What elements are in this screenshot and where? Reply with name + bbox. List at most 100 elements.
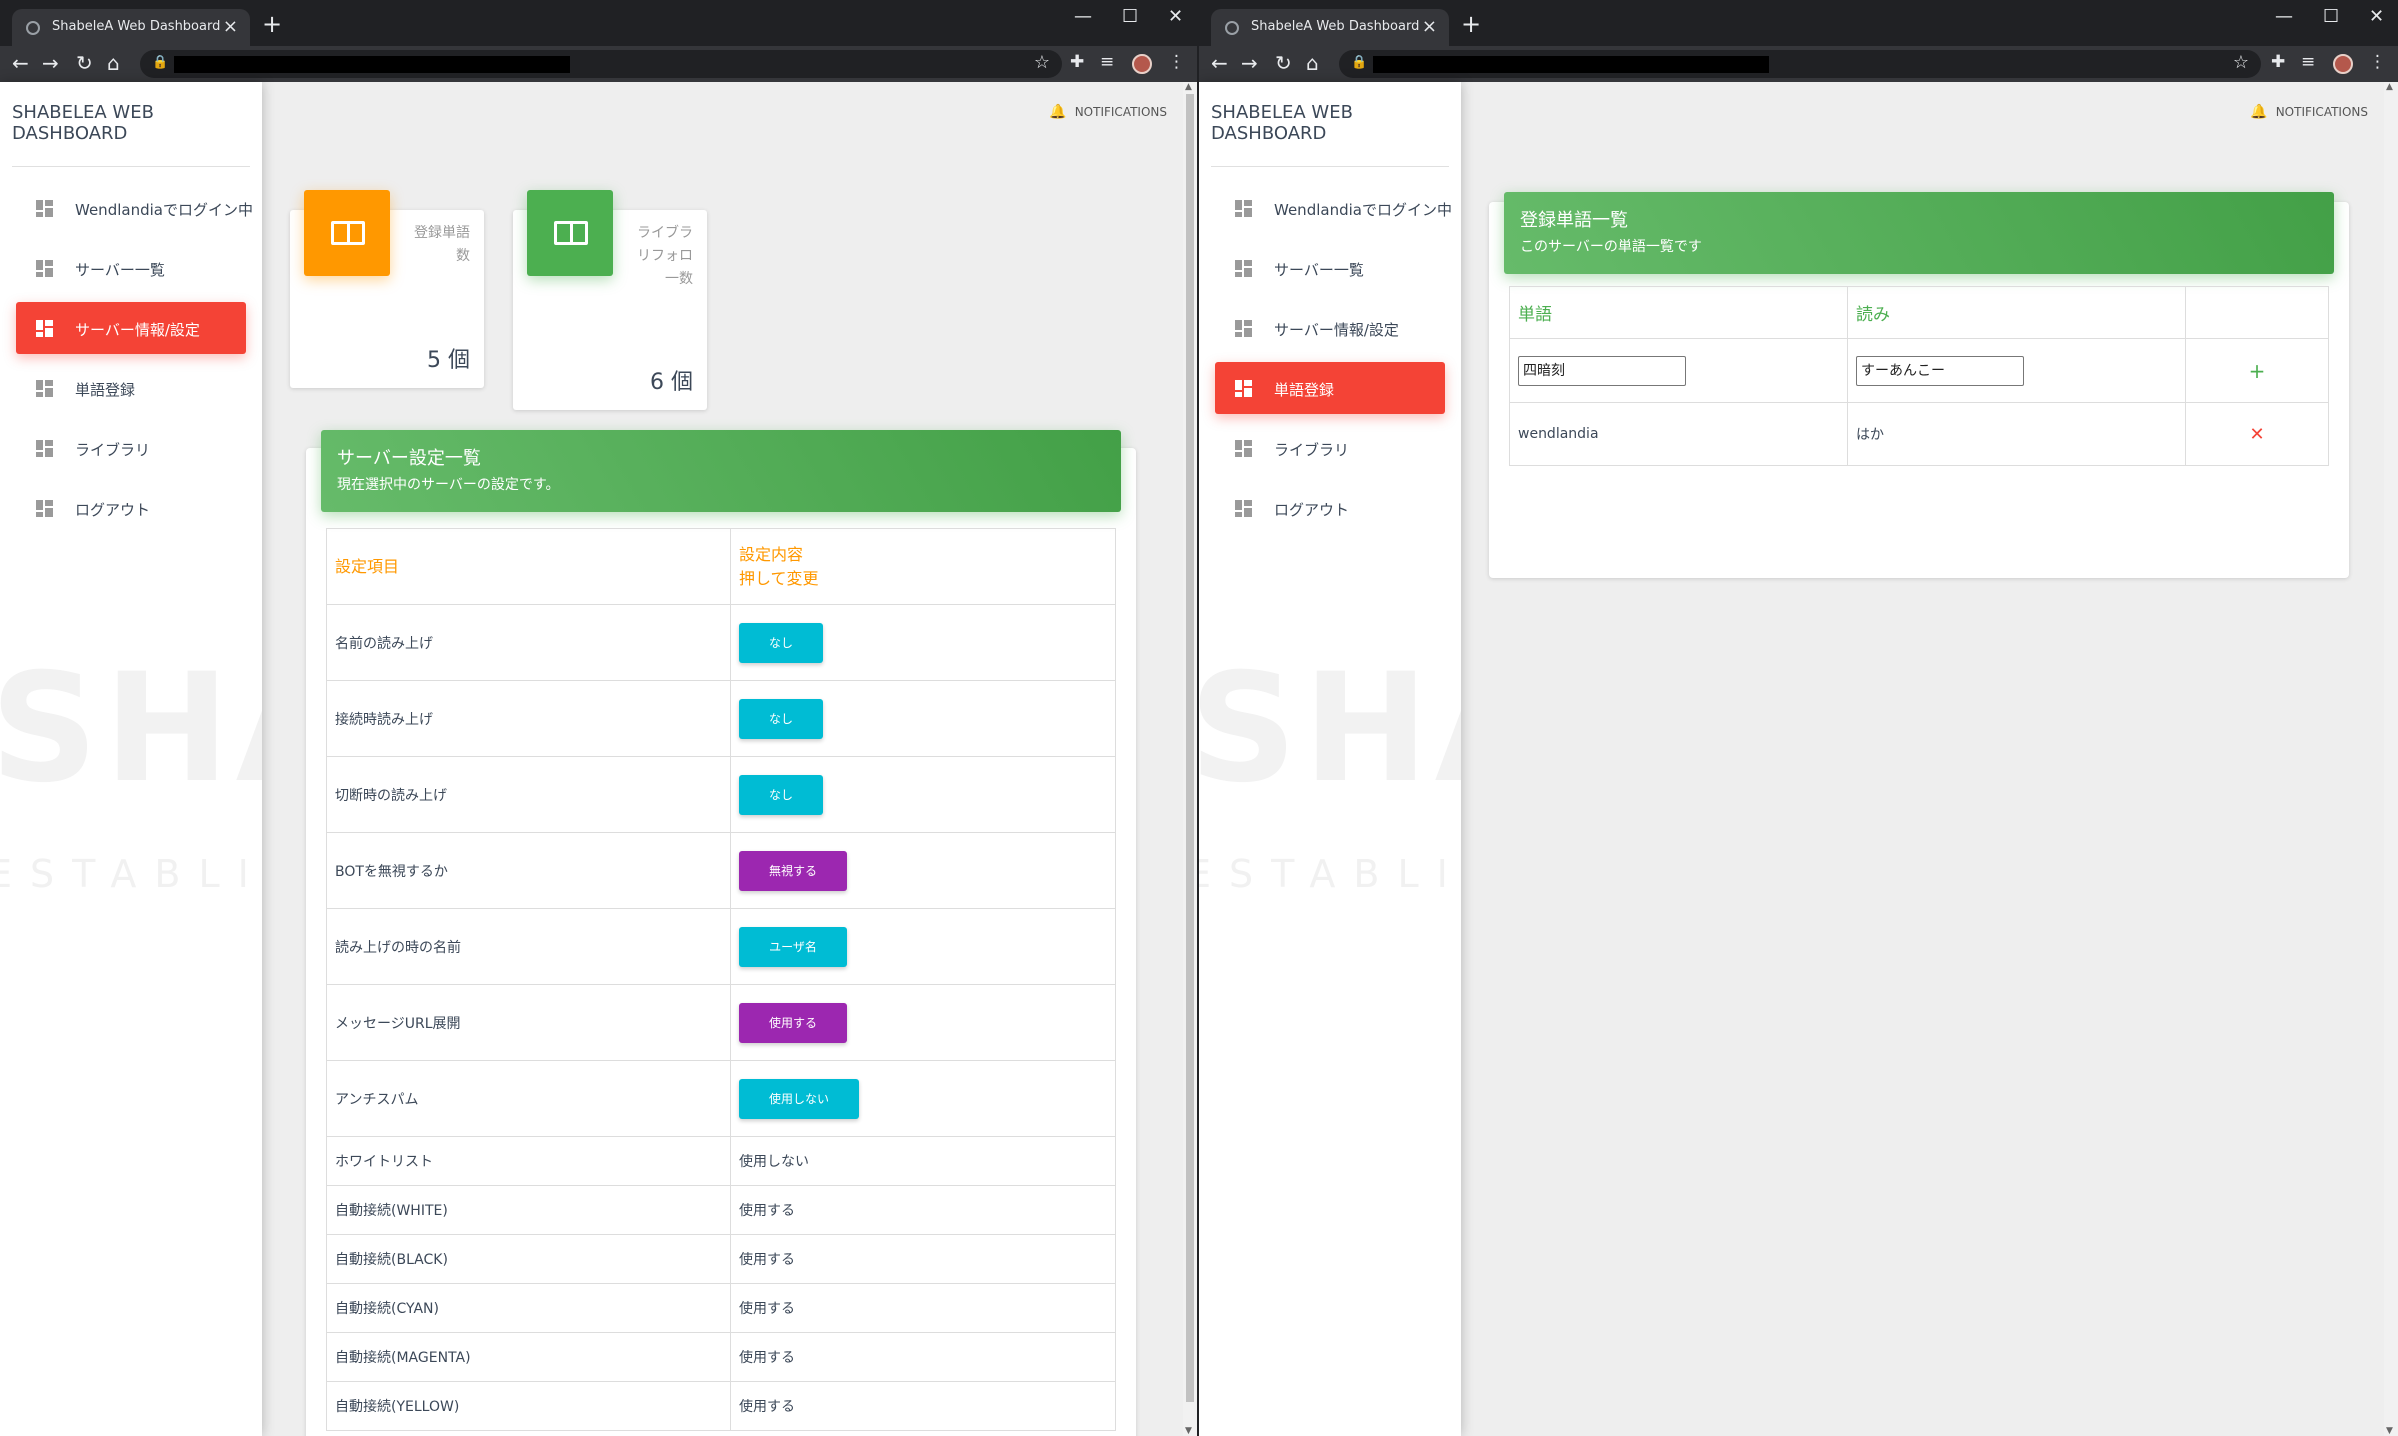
setting-toggle-button[interactable]: 使用しない: [739, 1078, 859, 1119]
bookmark-star-icon[interactable]: ☆: [1034, 52, 1050, 73]
sidebar-nav-item[interactable]: Wendlandiaでログイン中: [1215, 182, 1452, 234]
sidebar-nav-item[interactable]: Wendlandiaでログイン中: [16, 182, 253, 234]
stat-value: 5 個: [427, 348, 470, 373]
scroll-up-arrow-icon[interactable]: ▲: [1185, 82, 1192, 92]
sidebar-nav-item[interactable]: ログアウト: [16, 482, 246, 534]
address-bar[interactable]: 🔒 ☆: [140, 50, 1062, 78]
browser-tab[interactable]: ShabeleA Web Dashboard ×: [12, 9, 250, 46]
table-row: アンチスパム 使用しない: [326, 1060, 1116, 1137]
table-row: 名前の読み上げ なし: [326, 604, 1116, 681]
address-bar[interactable]: 🔒 ☆: [1339, 50, 2261, 78]
reload-button[interactable]: ↻: [1275, 51, 1292, 75]
setting-label: メッセージURL展開: [326, 984, 731, 1061]
column-header-item: 設定項目: [326, 528, 731, 605]
back-button[interactable]: ←: [1211, 51, 1228, 75]
dashboard-icon: [36, 260, 53, 277]
sidebar-nav-label: サーバー一覧: [1274, 261, 1364, 279]
reload-button[interactable]: ↻: [76, 51, 93, 75]
scroll-down-arrow-icon[interactable]: ▼: [2386, 1426, 2393, 1436]
back-button[interactable]: ←: [12, 51, 29, 75]
extensions-icon[interactable]: ✚: [1070, 52, 1084, 72]
browser-window-right: ShabeleA Web Dashboard × + — ☐ ✕ ← → ↻ ⌂…: [1199, 0, 2398, 1436]
notifications-link[interactable]: 🔔 NOTIFICATIONS: [1049, 104, 1167, 120]
sidebar-nav-item[interactable]: サーバー情報/設定: [1215, 302, 1445, 354]
scrollbar-thumb[interactable]: [1186, 94, 1194, 1402]
scroll-down-arrow-icon[interactable]: ▼: [1185, 1426, 1192, 1436]
profile-avatar[interactable]: [2333, 54, 2353, 74]
sidebar-nav-item[interactable]: 単語登録: [16, 362, 246, 414]
setting-label: 自動接続(BLACK): [326, 1234, 731, 1284]
sidebar-nav-item[interactable]: サーバー一覧: [1215, 242, 1445, 294]
table-row: メッセージURL展開 使用する: [326, 984, 1116, 1061]
table-row: 自動接続(BLACK) 使用する: [326, 1234, 1116, 1284]
tab-close-icon[interactable]: ×: [1422, 16, 1437, 37]
globe-icon: [26, 21, 40, 35]
table-row: ホワイトリスト 使用しない: [326, 1136, 1116, 1186]
sidebar-nav-item[interactable]: 単語登録: [1215, 362, 1445, 414]
table-row: 接続時読み上げ なし: [326, 680, 1116, 757]
setting-value: 使用しない: [730, 1136, 1116, 1186]
new-tab-button[interactable]: +: [262, 10, 282, 38]
reading-list-icon[interactable]: ≡: [2301, 52, 2315, 72]
table-row: 自動接続(MAGENTA) 使用する: [326, 1332, 1116, 1382]
setting-toggle-button[interactable]: なし: [739, 774, 823, 815]
bell-icon: 🔔: [2250, 104, 2268, 120]
home-button[interactable]: ⌂: [1306, 51, 1319, 75]
forward-button[interactable]: →: [42, 51, 59, 75]
sidebar-nav-item[interactable]: サーバー一覧: [16, 242, 246, 294]
bookmark-star-icon[interactable]: ☆: [2233, 52, 2249, 73]
word-list-card: 登録単語一覧 このサーバーの単語一覧です 単語 読み 四暗刻 すーあんこー +: [1489, 192, 2349, 578]
delete-icon[interactable]: ✕: [2194, 424, 2320, 445]
setting-label: 自動接続(MAGENTA): [326, 1332, 731, 1382]
sidebar-nav-item[interactable]: サーバー情報/設定: [16, 302, 246, 354]
menu-icon[interactable]: ⋮: [2369, 52, 2386, 72]
close-window-button[interactable]: ✕: [1168, 6, 1183, 27]
sidebar-nav-label: ログアウト: [75, 501, 151, 519]
table-row: 自動接続(CYAN) 使用する: [326, 1283, 1116, 1333]
page-scrollbar[interactable]: ▲ ▼: [2384, 82, 2398, 1436]
new-tab-button[interactable]: +: [1461, 10, 1481, 38]
sidebar-nav-item[interactable]: ライブラリ: [1215, 422, 1445, 474]
page-scrollbar[interactable]: ▲ ▼: [1183, 82, 1197, 1436]
word-input-cell: 四暗刻: [1509, 338, 1848, 403]
dashboard-icon: [36, 380, 53, 397]
reading-input[interactable]: すーあんこー: [1856, 355, 2024, 386]
close-window-button[interactable]: ✕: [2369, 6, 2384, 27]
setting-toggle-button[interactable]: 使用する: [739, 1002, 847, 1043]
sidebar-nav-item[interactable]: ライブラリ: [16, 422, 246, 474]
setting-toggle-button[interactable]: なし: [739, 698, 823, 739]
menu-icon[interactable]: ⋮: [1168, 52, 1185, 72]
dashboard-icon: [36, 200, 53, 217]
setting-label: 接続時読み上げ: [326, 680, 731, 757]
minimize-button[interactable]: —: [2275, 6, 2293, 27]
extensions-icon[interactable]: ✚: [2271, 52, 2285, 72]
browser-toolbar: ← → ↻ ⌂ 🔒 ☆ ✚ ≡ ⋮: [1199, 46, 2398, 82]
sidebar-nav-label: サーバー情報/設定: [75, 321, 200, 339]
tab-close-icon[interactable]: ×: [223, 16, 238, 37]
profile-avatar[interactable]: [1132, 54, 1152, 74]
sidebar-brand-title[interactable]: SHABELEA WEB DASHBOARD: [12, 102, 250, 167]
redacted-url: [174, 56, 570, 73]
reading-list-icon[interactable]: ≡: [1100, 52, 1114, 72]
home-button[interactable]: ⌂: [107, 51, 120, 75]
setting-toggle-button[interactable]: なし: [739, 622, 823, 663]
browser-tab[interactable]: ShabeleA Web Dashboard ×: [1211, 9, 1449, 46]
word-table: 単語 読み 四暗刻 すーあんこー + wendlandia はか ✕: [1509, 286, 2329, 466]
table-row: BOTを無視するか 無視する: [326, 832, 1116, 909]
setting-value-cell: 使用する: [730, 984, 1116, 1061]
scroll-up-arrow-icon[interactable]: ▲: [2386, 82, 2393, 92]
setting-value: 使用する: [730, 1234, 1116, 1284]
notifications-link[interactable]: 🔔 NOTIFICATIONS: [2250, 104, 2368, 120]
setting-label: アンチスパム: [326, 1060, 731, 1137]
word-input[interactable]: 四暗刻: [1518, 355, 1686, 386]
tab-title: ShabeleA Web Dashboard: [1251, 19, 1420, 34]
setting-toggle-button[interactable]: ユーザ名: [739, 926, 847, 967]
maximize-button[interactable]: ☐: [1122, 6, 1138, 27]
sidebar-nav-item[interactable]: ログアウト: [1215, 482, 1445, 534]
sidebar-brand-title[interactable]: SHABELEA WEB DASHBOARD: [1211, 102, 1449, 167]
forward-button[interactable]: →: [1241, 51, 1258, 75]
setting-toggle-button[interactable]: 無視する: [739, 850, 847, 891]
maximize-button[interactable]: ☐: [2323, 6, 2339, 27]
add-icon[interactable]: +: [2194, 359, 2320, 383]
minimize-button[interactable]: —: [1074, 6, 1092, 27]
